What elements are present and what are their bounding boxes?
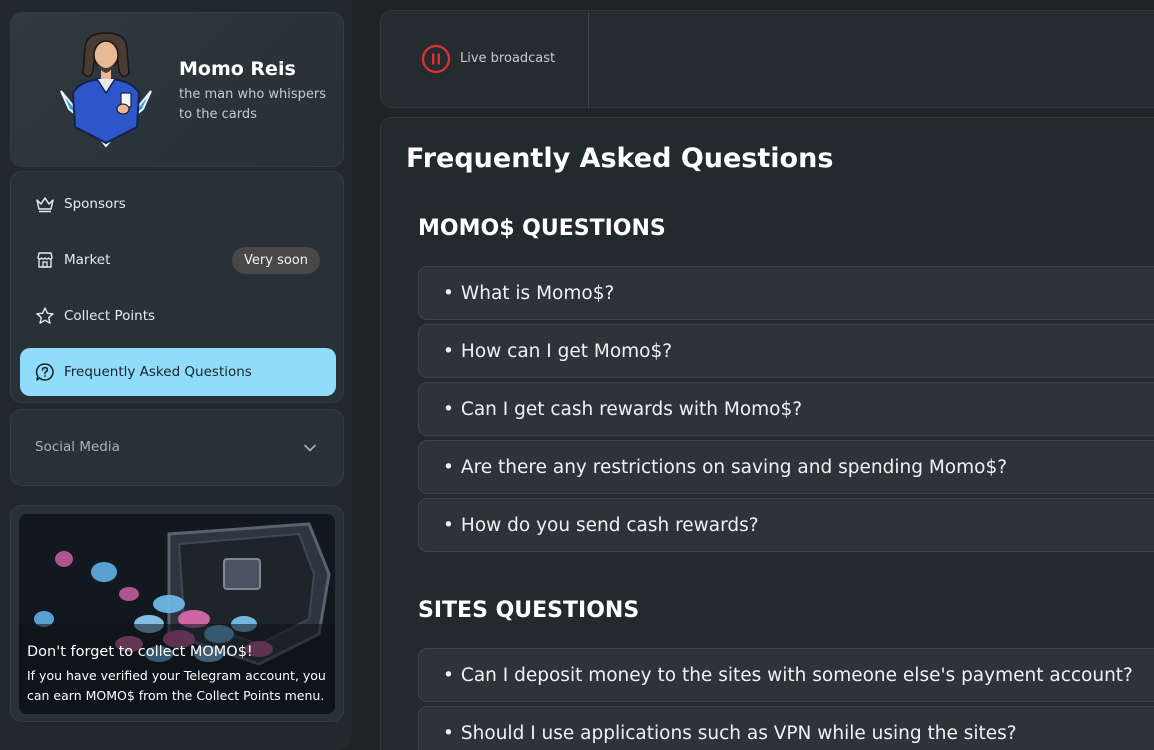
bullet: • — [443, 514, 454, 536]
social-media-label: Social Media — [35, 439, 120, 455]
faq-question-text: Can I get cash rewards with Momo$? — [460, 398, 803, 420]
question-bubble-icon — [35, 362, 55, 382]
promo-banner[interactable]: Don't forget to collect MOMO$! If you ha… — [19, 514, 335, 714]
top-bar: Live broadcast — [380, 10, 1154, 109]
sidebar-item-label: Frequently Asked Questions — [64, 364, 252, 380]
bullet: • — [443, 340, 454, 362]
faq-question-text: Are there any restrictions on saving and… — [460, 456, 1008, 478]
faq-question[interactable]: • How do you send cash rewards? — [418, 498, 1154, 552]
faq-question-text: Can I deposit money to the sites with so… — [460, 664, 1133, 686]
chevron-down-icon[interactable] — [303, 440, 317, 459]
faq-question[interactable]: • Can I deposit money to the sites with s… — [418, 648, 1154, 702]
section-title-momo: MOMO$ QUESTIONS — [418, 216, 666, 241]
sidebar-item-sponsors[interactable]: Sponsors — [20, 180, 336, 228]
sidebar-menu: Sponsors Market Very soon Collect Points… — [10, 171, 344, 403]
sidebar-item-faq[interactable]: Frequently Asked Questions — [20, 348, 336, 396]
sidebar-item-label: Market — [64, 252, 111, 268]
sidebar-item-label: Sponsors — [64, 196, 126, 212]
profile-name: Momo Reis — [179, 58, 296, 80]
profile-bio: the man who whispers to the cards — [179, 87, 327, 122]
faq-question-text: How can I get Momo$? — [460, 340, 673, 362]
faq-panel: Frequently Asked Questions MOMO$ QUESTIO… — [380, 117, 1154, 750]
sidebar: Momo Reis the man who whispers to the ca… — [0, 0, 352, 750]
faq-question-text: How do you send cash rewards? — [460, 514, 759, 536]
crown-icon — [35, 194, 55, 214]
social-media-dropdown[interactable]: Social Media — [10, 409, 344, 486]
bullet: • — [443, 456, 454, 478]
coming-soon-badge: Very soon — [232, 247, 320, 274]
bullet: • — [443, 664, 454, 686]
faq-question-text: Should I use applications such as VPN wh… — [460, 722, 1017, 744]
section-title-sites: SITES QUESTIONS — [418, 598, 640, 623]
promo-title: Don't forget to collect MOMO$! — [27, 644, 253, 660]
bullet: • — [443, 398, 454, 420]
star-icon — [35, 306, 55, 326]
promo-card: Don't forget to collect MOMO$! If you ha… — [10, 505, 344, 722]
faq-question[interactable]: • Should I use applications such as VPN w… — [418, 706, 1154, 750]
faq-question[interactable]: • Are there any restrictions on saving an… — [418, 440, 1154, 494]
bullet: • — [443, 722, 454, 744]
store-icon — [35, 250, 55, 270]
faq-question[interactable]: • What is Momo$? — [418, 266, 1154, 320]
promo-text: If you have verified your Telegram accou… — [27, 668, 326, 703]
faq-question[interactable]: • How can I get Momo$? — [418, 324, 1154, 378]
divider — [588, 11, 589, 109]
sidebar-item-collect-points[interactable]: Collect Points — [20, 292, 336, 340]
sidebar-item-label: Collect Points — [64, 308, 156, 324]
bullet: • — [443, 282, 454, 304]
page-title: Frequently Asked Questions — [406, 143, 834, 174]
faq-question-text: What is Momo$? — [460, 282, 615, 304]
avatar — [60, 32, 152, 148]
pause-circle-icon[interactable] — [421, 44, 451, 74]
profile-card: Momo Reis the man who whispers to the ca… — [10, 12, 344, 167]
faq-question[interactable]: • Can I get cash rewards with Momo$? — [418, 382, 1154, 436]
live-broadcast-label[interactable]: Live broadcast — [460, 51, 555, 66]
sidebar-item-market[interactable]: Market Very soon — [20, 236, 336, 284]
